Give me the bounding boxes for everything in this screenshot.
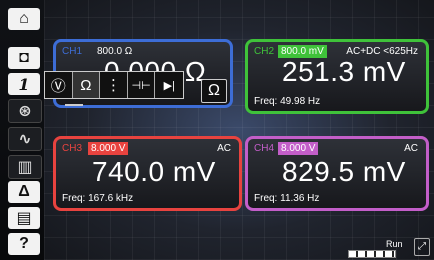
fullscreen-icon[interactable]: ⤢ (414, 238, 430, 256)
diode-func-icon[interactable]: ▶| (155, 72, 183, 98)
waveform-icon[interactable]: ∿ (8, 127, 42, 151)
resistance-func-icon[interactable]: Ω (72, 72, 101, 98)
channel-number[interactable]: 1 (8, 73, 40, 95)
channel-label: CH1 (62, 46, 83, 57)
channel-4-card[interactable]: CH4 8.000 V AC 829.5 mV Freq: 11.36 Hz (245, 136, 429, 211)
home-icon[interactable]: ⌂ (8, 8, 40, 30)
probe-icon[interactable]: ⊛ (8, 99, 42, 123)
channel-label: CH2 (254, 46, 275, 57)
channel-label: CH4 (254, 143, 275, 154)
tape-icon[interactable]: ◘ (8, 47, 40, 69)
channel-2-card[interactable]: CH2 800.0 mV AC+DC <625Hz 251.3 mV Freq:… (245, 39, 429, 114)
voltage-func-icon[interactable]: Ⓥ (45, 72, 73, 98)
run-status: Run (386, 239, 403, 249)
chart-icon[interactable]: ▥ (8, 155, 42, 179)
channel-3-card[interactable]: CH3 8.000 V AC 740.0 mV Freq: 167.6 kHz (53, 136, 242, 211)
help-icon[interactable]: ? (8, 233, 40, 255)
coupling-mode: AC (404, 143, 418, 154)
battery-indicator (348, 250, 396, 258)
selection-underline (65, 104, 83, 106)
measurement-value: 251.3 mV (282, 56, 406, 87)
sidebar: ⌂ ◘ 1 ⊛ ∿ ▥ Δ ▤ ? (0, 0, 45, 260)
coupling-mode: AC (217, 143, 231, 154)
measurement-value: 740.0 mV (92, 156, 216, 187)
save-icon[interactable]: ▤ (8, 207, 40, 229)
unit-button[interactable]: Ω (201, 79, 227, 103)
measurement-value: 829.5 mV (282, 156, 406, 187)
range-value: 8.000 V (88, 142, 129, 155)
frequency-readout: Freq: 167.6 kHz (62, 193, 134, 204)
capacitor-func-icon[interactable]: ⊣⊢ (128, 72, 156, 98)
frequency-readout: Freq: 49.98 Hz (254, 96, 321, 107)
function-selector: Ⓥ Ω ⋮ ⊣⊢ ▶| (44, 71, 184, 99)
diode-graph-func-icon[interactable]: ⋮ (100, 72, 128, 98)
frequency-readout: Freq: 11.36 Hz (254, 193, 320, 204)
delta-icon[interactable]: Δ (8, 181, 40, 203)
range-value: 8.000 V (278, 142, 319, 155)
main-panel: CH1 800.0 Ω 0.000 Ω CH2 800.0 mV AC+DC <… (44, 0, 434, 260)
channel-label: CH3 (62, 143, 83, 154)
